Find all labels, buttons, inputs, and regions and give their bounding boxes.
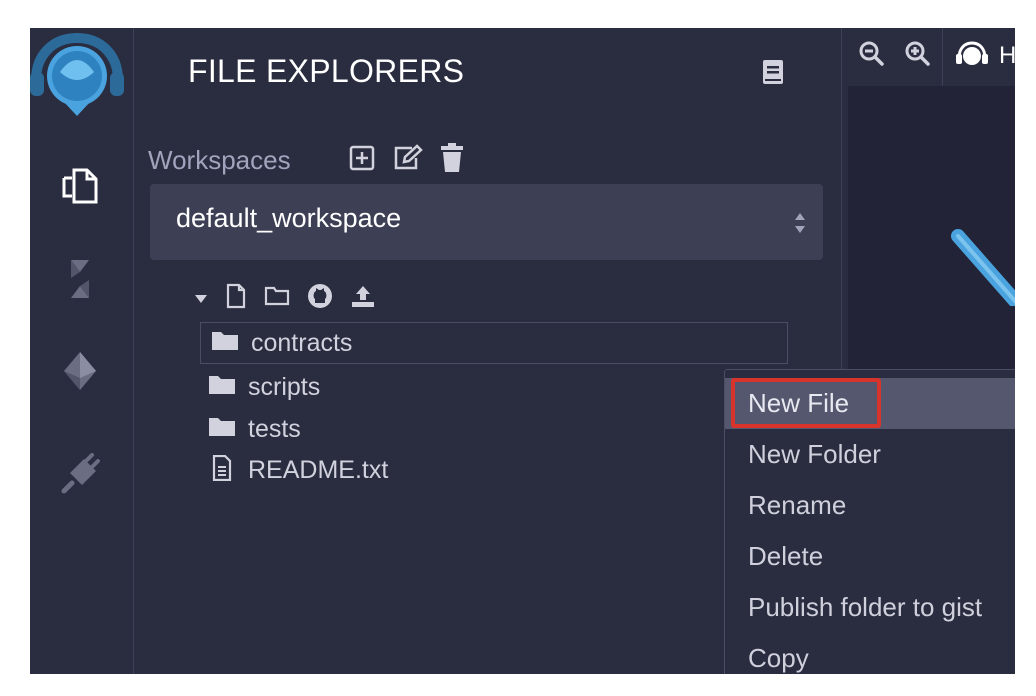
home-tab[interactable]: H: [942, 28, 1015, 86]
create-workspace-icon[interactable]: [348, 144, 376, 176]
icon-rail: [30, 28, 134, 674]
menu-item-publish-gist[interactable]: Publish folder to gist: [725, 582, 1015, 633]
folder-icon: [208, 374, 236, 400]
remix-logo[interactable]: [30, 28, 124, 120]
plugin-manager-icon[interactable]: [48, 448, 112, 498]
file-text-icon: [208, 454, 236, 485]
tree-item-label: README.txt: [248, 455, 389, 484]
tree-item-label: scripts: [248, 372, 321, 401]
file-explorer-icon[interactable]: [48, 162, 112, 212]
solidity-compiler-icon[interactable]: [48, 254, 112, 304]
zoom-in-icon[interactable]: [904, 40, 930, 70]
menu-item-delete[interactable]: Delete: [725, 531, 1015, 582]
home-tab-label: H: [999, 42, 1015, 69]
caret-down-icon[interactable]: [194, 289, 208, 308]
tree-item-readme[interactable]: README.txt: [208, 449, 388, 491]
github-icon[interactable]: [307, 283, 333, 313]
workspaces-label: Workspaces: [148, 145, 291, 175]
editor-tab-bar: H: [842, 28, 1015, 86]
new-file-icon[interactable]: [225, 283, 247, 313]
folder-icon: [211, 330, 239, 356]
workspace-select-value: default_workspace: [176, 203, 402, 233]
tree-item-scripts[interactable]: scripts: [208, 366, 320, 408]
remix-illustration: [948, 216, 1015, 310]
remix-home-icon: [955, 40, 989, 74]
tree-item-tests[interactable]: tests: [208, 408, 301, 450]
rename-workspace-icon[interactable]: [392, 144, 424, 176]
tree-item-label: tests: [248, 414, 301, 443]
new-folder-icon[interactable]: [264, 285, 290, 311]
delete-workspace-icon[interactable]: [440, 143, 464, 177]
tree-item-contracts[interactable]: contracts: [200, 322, 788, 364]
file-tree-toolbar: [194, 283, 376, 313]
panel-title: FILE EXPLORERS: [188, 53, 465, 89]
book-icon[interactable]: [760, 58, 786, 90]
workspace-select[interactable]: default_workspace: [150, 184, 823, 260]
menu-item-rename[interactable]: Rename: [725, 480, 1015, 531]
remix-ide-window: FILE EXPLORERS Workspaces default_worksp…: [30, 28, 1015, 674]
folder-icon: [208, 416, 236, 442]
zoom-out-icon[interactable]: [858, 40, 884, 70]
menu-item-copy[interactable]: Copy: [725, 633, 1015, 674]
deploy-run-icon[interactable]: [48, 346, 112, 396]
tree-item-label: contracts: [251, 328, 353, 357]
menu-item-new-file[interactable]: New File: [725, 378, 1015, 429]
select-arrows-icon: [793, 209, 807, 241]
workspace-actions: [348, 143, 464, 177]
upload-icon[interactable]: [350, 284, 376, 312]
context-menu: New File New Folder Rename Delete Publis…: [724, 369, 1015, 674]
menu-item-new-folder[interactable]: New Folder: [725, 429, 1015, 480]
